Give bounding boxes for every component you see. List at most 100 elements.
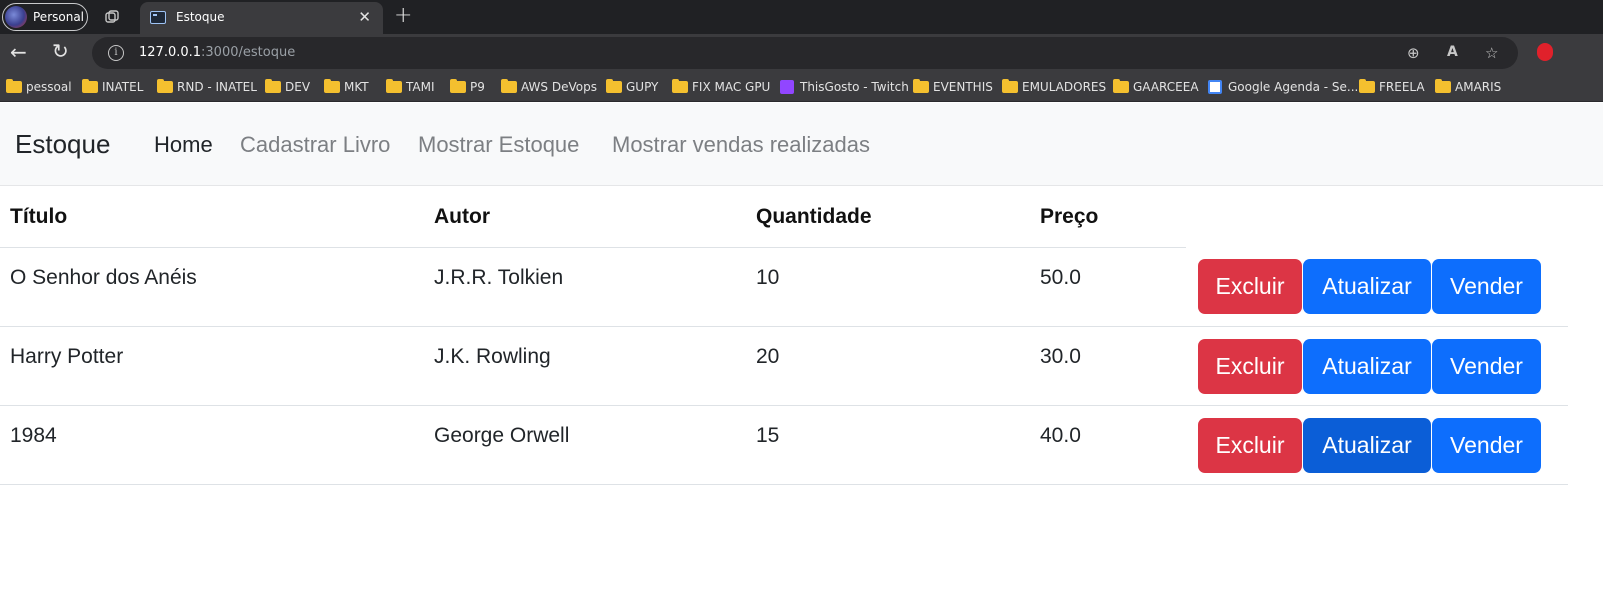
reload-icon[interactable]: ↻ xyxy=(52,39,69,63)
read-aloud-icon[interactable]: A xyxy=(1447,44,1458,60)
bookmark-label: GUPY xyxy=(626,80,659,94)
bookmark-item[interactable]: INATEL xyxy=(82,78,143,96)
cell-titulo: O Senhor dos Anéis xyxy=(0,247,424,327)
bookmark-item[interactable]: AMARIS xyxy=(1435,78,1501,96)
browser-toolbar: ← ↻ i 127.0.0.1:3000/estoque ⊕ A ☆ xyxy=(0,34,1603,72)
bookmarks-bar: pessoal INATEL RND - INATEL DEV MKT TAMI… xyxy=(0,72,1603,102)
stock-table: Título Autor Quantidade Preço O Senhor d… xyxy=(0,188,1568,485)
cell-titulo: 1984 xyxy=(0,405,424,485)
cell-autor: J.K. Rowling xyxy=(424,326,746,406)
bookmark-item[interactable]: AWS DeVops xyxy=(501,78,597,96)
bookmark-item[interactable]: EMULADORES xyxy=(1002,78,1106,96)
header-actions xyxy=(1186,188,1568,247)
bookmark-item[interactable]: GAARCEEA xyxy=(1113,78,1199,96)
bookmark-label: RND - INATEL xyxy=(177,80,257,94)
folder-icon xyxy=(265,79,281,93)
delete-button[interactable]: Excluir xyxy=(1198,417,1302,473)
header-titulo: Título xyxy=(0,188,424,248)
nav-link-cadastrar-livro[interactable]: Cadastrar Livro xyxy=(240,132,390,158)
address-bar[interactable]: i 127.0.0.1:3000/estoque ⊕ A ☆ xyxy=(92,37,1518,69)
folder-icon xyxy=(6,79,22,93)
bookmark-label: AWS DeVops xyxy=(521,80,597,94)
app-navbar: Estoque Home Cadastrar Livro Mostrar Est… xyxy=(0,103,1603,186)
cell-preco: 30.0 xyxy=(1030,326,1186,406)
cell-preco: 50.0 xyxy=(1030,247,1186,327)
page-content: Estoque Home Cadastrar Livro Mostrar Est… xyxy=(0,103,1603,597)
header-autor: Autor xyxy=(424,188,746,248)
browser-tab-bar: Personal Estoque ✕ + xyxy=(0,0,1603,34)
navbar-brand[interactable]: Estoque xyxy=(15,129,110,160)
header-quantidade: Quantidade xyxy=(746,188,1030,248)
folder-icon xyxy=(1113,79,1129,93)
cell-quantidade: 20 xyxy=(746,326,1030,406)
cell-actions: Excluir Atualizar Vender xyxy=(1186,405,1568,485)
twitch-icon xyxy=(780,80,794,94)
bookmark-item[interactable]: Google Agenda - Se... xyxy=(1208,78,1358,96)
bookmark-label: INATEL xyxy=(102,80,144,94)
cell-quantidade: 15 xyxy=(746,405,1030,485)
bookmark-item[interactable]: ThisGosto - Twitch xyxy=(780,78,909,96)
bookmark-label: FREELA xyxy=(1379,80,1425,94)
bookmark-label: P9 xyxy=(470,80,485,94)
cell-actions: Excluir Atualizar Vender xyxy=(1186,247,1568,327)
folder-icon xyxy=(386,79,402,93)
folder-icon xyxy=(157,79,173,93)
back-arrow-icon[interactable]: ← xyxy=(10,40,27,64)
extension-icon[interactable] xyxy=(1537,43,1553,61)
bookmark-label: FIX MAC GPU xyxy=(692,80,771,94)
folder-icon xyxy=(501,79,517,93)
tab-estoque[interactable]: Estoque ✕ xyxy=(140,2,383,34)
workspaces-icon[interactable] xyxy=(104,9,120,25)
site-info-icon[interactable]: i xyxy=(108,45,124,61)
update-button[interactable]: Atualizar xyxy=(1303,259,1431,314)
update-button[interactable]: Atualizar xyxy=(1303,338,1431,394)
delete-button[interactable]: Excluir xyxy=(1198,259,1302,314)
new-tab-icon[interactable]: + xyxy=(394,3,412,28)
nav-link-home[interactable]: Home xyxy=(154,132,213,158)
bookmark-label: MKT xyxy=(344,80,369,94)
cell-actions: Excluir Atualizar Vender xyxy=(1186,326,1568,406)
cell-autor: J.R.R. Tolkien xyxy=(424,247,746,327)
bookmark-item[interactable]: DEV xyxy=(265,78,310,96)
folder-icon xyxy=(1435,79,1451,93)
sell-button[interactable]: Vender xyxy=(1432,417,1541,473)
table-row: 1984 George Orwell 15 40.0 Excluir Atuali… xyxy=(0,405,1568,485)
bookmark-label: AMARIS xyxy=(1455,80,1502,94)
nav-link-mostrar-estoque[interactable]: Mostrar Estoque xyxy=(418,132,579,158)
bookmark-label: EMULADORES xyxy=(1022,80,1107,94)
zoom-icon[interactable]: ⊕ xyxy=(1407,44,1420,62)
bookmark-item[interactable]: EVENTHIS xyxy=(913,78,993,96)
update-button[interactable]: Atualizar xyxy=(1303,417,1431,473)
url-text[interactable]: 127.0.0.1:3000/estoque xyxy=(139,45,295,60)
close-tab-icon[interactable]: ✕ xyxy=(358,8,371,26)
favorite-star-icon[interactable]: ☆ xyxy=(1485,44,1498,62)
bookmark-item[interactable]: MKT xyxy=(324,78,369,96)
bookmark-item[interactable]: pessoal xyxy=(6,78,72,96)
bookmark-label: TAMI xyxy=(406,80,435,94)
folder-icon xyxy=(606,79,622,93)
bookmark-label: DEV xyxy=(285,80,311,94)
bookmark-label: ThisGosto - Twitch xyxy=(800,80,909,94)
nav-link-mostrar-vendas[interactable]: Mostrar vendas realizadas xyxy=(612,132,870,158)
folder-icon xyxy=(1002,79,1018,93)
cell-titulo: Harry Potter xyxy=(0,326,424,406)
folder-icon xyxy=(450,79,466,93)
bookmark-item[interactable]: FIX MAC GPU xyxy=(672,78,770,96)
bookmark-item[interactable]: FREELA xyxy=(1359,78,1425,96)
tab-title: Estoque xyxy=(176,10,225,24)
delete-button[interactable]: Excluir xyxy=(1198,338,1302,394)
cell-autor: George Orwell xyxy=(424,405,746,485)
bookmark-item[interactable]: RND - INATEL xyxy=(157,78,257,96)
bookmark-item[interactable]: TAMI xyxy=(386,78,435,96)
bookmark-label: GAARCEEA xyxy=(1133,80,1199,94)
bookmark-item[interactable]: P9 xyxy=(450,78,485,96)
sell-button[interactable]: Vender xyxy=(1432,338,1541,394)
bookmark-label: EVENTHIS xyxy=(933,80,993,94)
bookmark-label: Google Agenda - Se... xyxy=(1228,80,1359,94)
sell-button[interactable]: Vender xyxy=(1432,259,1541,314)
header-preco: Preço xyxy=(1030,188,1186,248)
profile-button[interactable]: Personal xyxy=(2,3,88,31)
profile-label: Personal xyxy=(33,10,85,24)
terminal-favicon-icon xyxy=(150,11,166,24)
bookmark-item[interactable]: GUPY xyxy=(606,78,658,96)
